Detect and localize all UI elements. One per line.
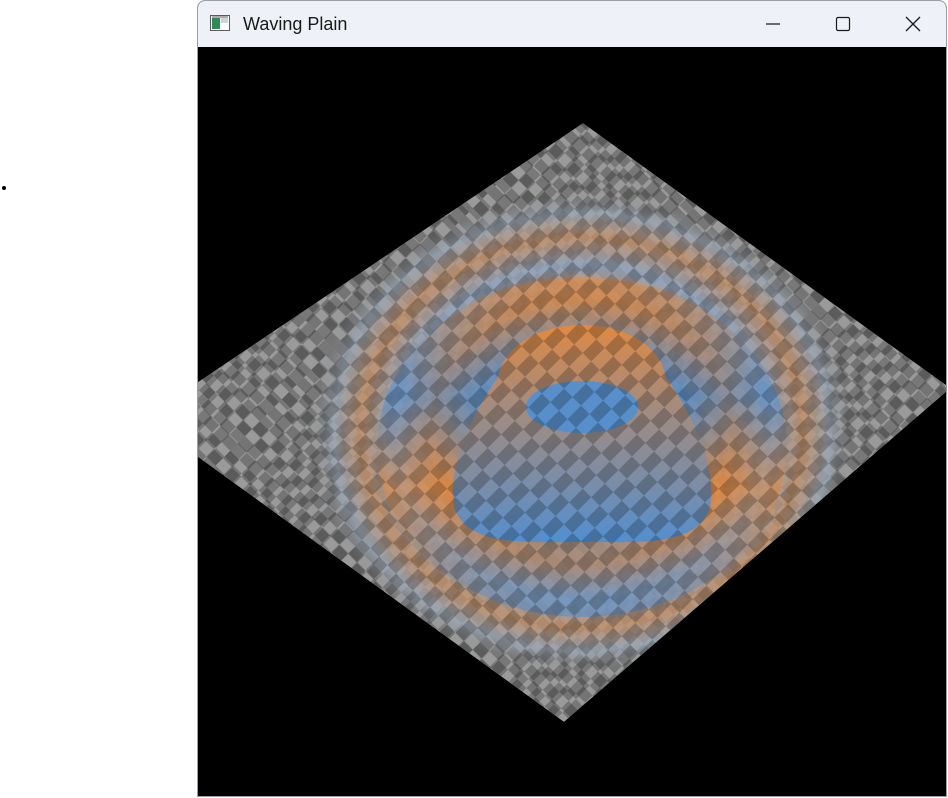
minimize-button[interactable]: [738, 1, 808, 47]
maximize-icon: [835, 16, 851, 32]
close-button[interactable]: [878, 1, 946, 47]
app-window: Waving Plain: [197, 0, 947, 797]
app-window-icon: [210, 15, 230, 31]
desktop-dot: [2, 186, 6, 190]
window-title: Waving Plain: [243, 14, 348, 34]
close-icon: [905, 16, 921, 32]
desktop: Waving Plain: [0, 0, 948, 798]
render-viewport[interactable]: [198, 47, 946, 796]
maximize-button[interactable]: [808, 1, 878, 47]
minimize-icon: [766, 23, 780, 25]
title-bar[interactable]: Waving Plain: [198, 1, 946, 47]
waving-plane-surface: [198, 123, 946, 722]
